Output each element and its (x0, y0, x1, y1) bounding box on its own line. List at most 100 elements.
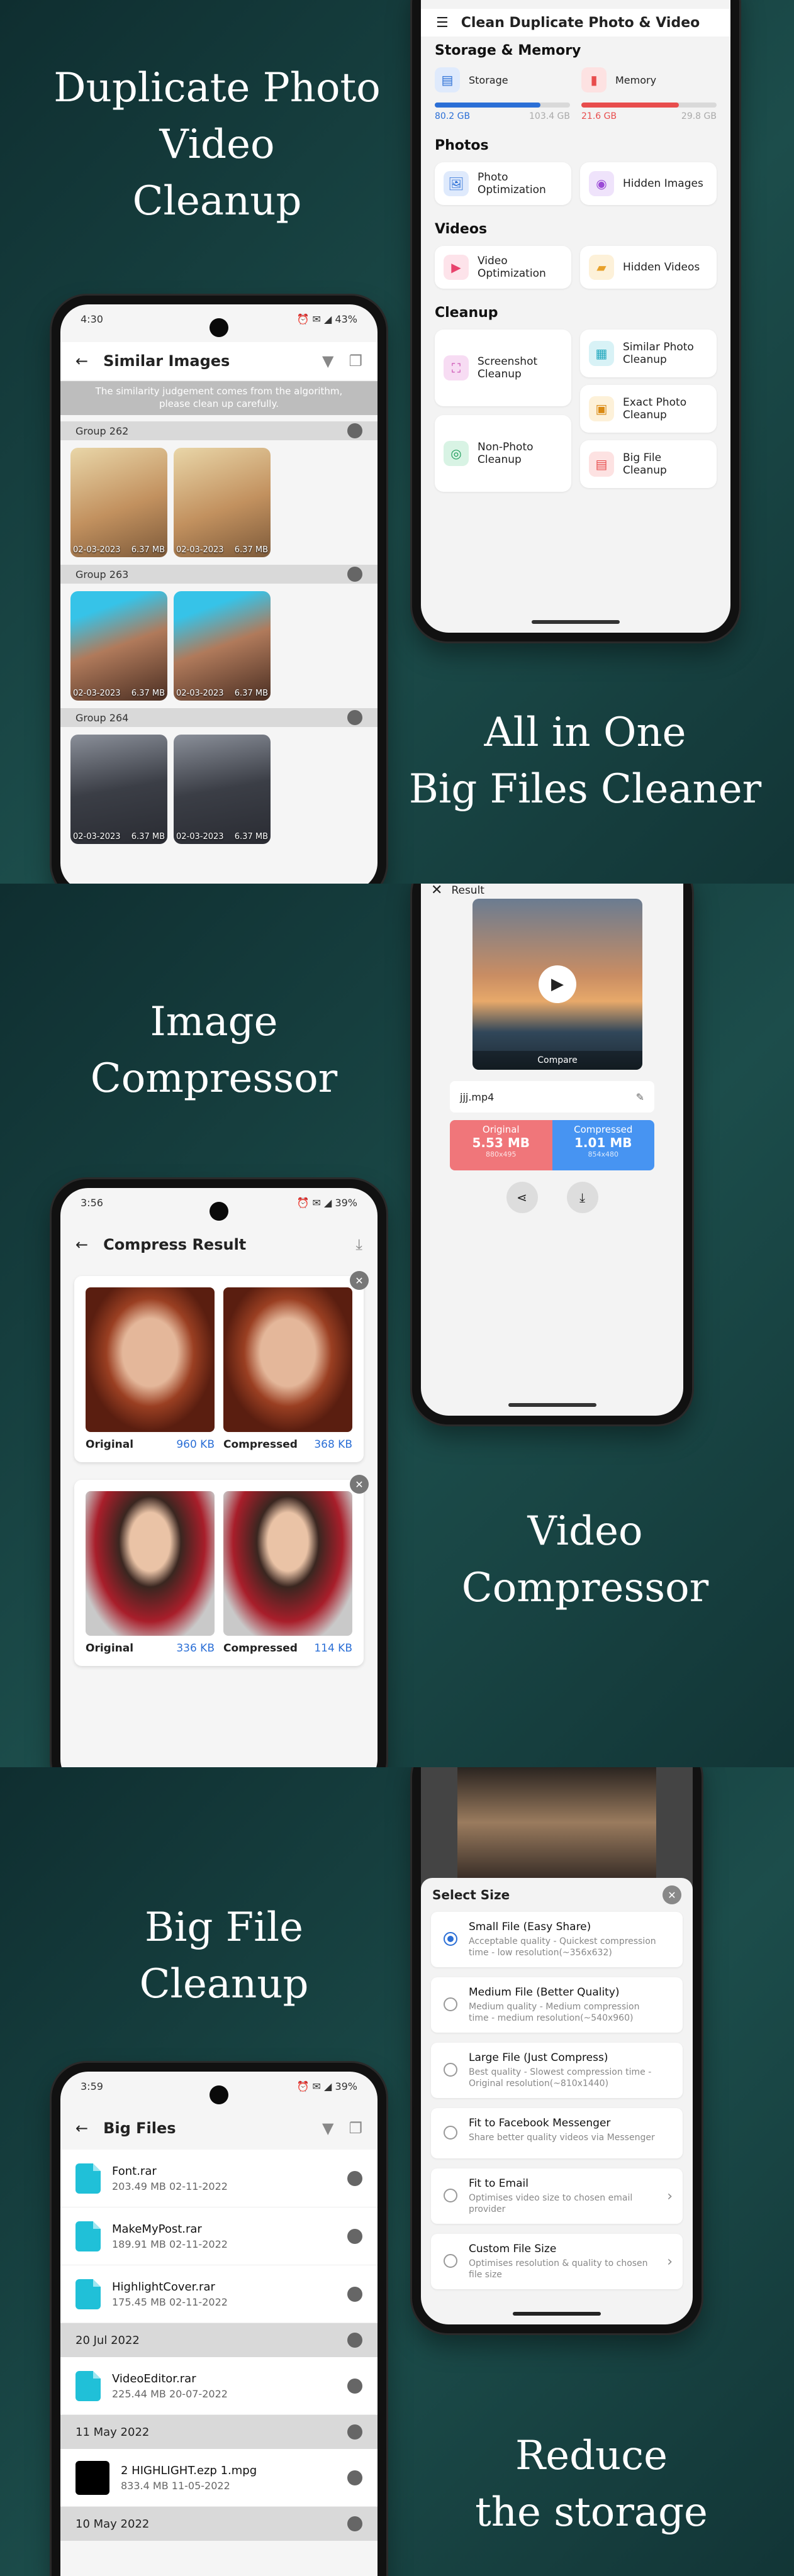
image-thumbnail[interactable]: 02-03-2023 6.37 MB (174, 591, 271, 701)
eye-slash-icon: ◉ (589, 171, 614, 196)
back-arrow-icon[interactable]: ← (75, 352, 88, 370)
radio[interactable] (444, 2126, 457, 2140)
size-option-medium[interactable]: Medium File (Better Quality) Medium qual… (431, 1977, 683, 2033)
group-select-radio[interactable] (347, 2333, 362, 2348)
group-select-radio[interactable] (347, 2424, 362, 2440)
phone-video-result: ✕ Result ▶ Compare jjj.mp4 ✎ Original 5.… (412, 884, 692, 1424)
compressed-image[interactable] (223, 1491, 352, 1636)
size-option-small[interactable]: Small File (Easy Share) Acceptable quali… (431, 1912, 683, 1967)
edit-icon[interactable]: ✎ (636, 1091, 644, 1103)
hidden-images-card[interactable]: ◉ Hidden Images (580, 162, 717, 205)
compressed-size-box: Compressed 1.01 MB 854x480 (552, 1120, 654, 1170)
folder-icon: ▰ (589, 255, 614, 280)
play-icon[interactable]: ▶ (539, 965, 576, 1003)
camera-cutout (210, 2085, 228, 2104)
compare-button[interactable]: Compare (472, 1051, 642, 1070)
size-option-messenger[interactable]: Fit to Facebook Messenger Share better q… (431, 2108, 683, 2158)
exact-photo-icon: ▣ (589, 396, 614, 421)
group-select-radio[interactable] (347, 423, 362, 438)
download-icon[interactable]: ⤓ (566, 1182, 598, 1213)
photo-optimization-card[interactable]: 🖼 Photo Optimization (435, 162, 571, 205)
section-title: Storage & Memory (435, 43, 581, 58)
camera-cutout (210, 1202, 228, 1221)
file-row[interactable]: Font.rar 203.49 MB 02-11-2022 (60, 2150, 377, 2207)
file-row[interactable]: 2 HIGHLIGHT.ezp 1.mpg 833.4 MB 11-05-2022 (60, 2449, 377, 2507)
size-option-large[interactable]: Large File (Just Compress) Best quality … (431, 2043, 683, 2098)
headline-image-compressor: Image Compressor (90, 999, 338, 1102)
copy-icon[interactable]: ❐ (349, 352, 362, 370)
screenshot-cleanup-card[interactable]: ⛶ Screenshot Cleanup (435, 330, 571, 406)
video-optimization-card[interactable]: ▶ Video Optimization (435, 246, 571, 289)
compressed-image[interactable] (223, 1287, 352, 1432)
close-icon[interactable]: ✕ (350, 1475, 369, 1494)
photo-icon: 🖼 (444, 171, 469, 196)
image-thumbnail[interactable]: 02-03-2023 6.37 MB (70, 591, 167, 701)
size-option-custom[interactable]: Custom File Size Optimises resolution & … (431, 2234, 683, 2289)
group-select-radio[interactable] (347, 710, 362, 725)
file-row[interactable]: MakeMyPost.rar 189.91 MB 02-11-2022 (60, 2207, 377, 2265)
video-icon: ▶ (444, 255, 469, 280)
back-arrow-icon[interactable]: ← (75, 2119, 88, 2137)
section-title: Videos (435, 221, 488, 237)
similar-photo-cleanup-card[interactable]: ▦ Similar Photo Cleanup (580, 330, 717, 377)
non-photo-cleanup-card[interactable]: ◎ Non-Photo Cleanup (435, 415, 571, 492)
storage-icon: ▤ (435, 67, 460, 92)
radio[interactable] (444, 1997, 457, 2011)
hidden-videos-card[interactable]: ▰ Hidden Videos (580, 246, 717, 289)
chevron-right-icon: › (667, 2254, 673, 2270)
filter-icon[interactable]: ▼ (322, 352, 333, 370)
menu-icon[interactable]: ☰ (436, 15, 449, 31)
promo-panel-compressor: Image Compressor Video Compressor ✕ Resu… (0, 884, 794, 1767)
file-select-radio[interactable] (347, 2378, 362, 2394)
group-list: Group 262 02-03-2023 6.37 MB 02-03-2023 6.… (60, 421, 377, 852)
page-title: Similar Images (103, 352, 230, 370)
close-icon[interactable]: ✕ (350, 1271, 369, 1290)
app-bar: ☰ Clean Duplicate Photo & Video (421, 9, 730, 36)
image-thumbnail[interactable]: 02-03-2023 6.37 MB (70, 448, 167, 557)
file-select-radio[interactable] (347, 2228, 362, 2244)
file-select-radio[interactable] (347, 2286, 362, 2302)
size-option-email[interactable]: Fit to Email Optimises video size to cho… (431, 2168, 683, 2224)
file-row[interactable]: HighlightCover.rar 175.45 MB 02-11-2022 (60, 2265, 377, 2323)
video-preview[interactable]: ▶ Compare (472, 899, 642, 1070)
radio[interactable] (444, 2063, 457, 2077)
group-header: Group 263 (60, 565, 377, 584)
camera-icon: ◎ (444, 441, 469, 466)
original-image[interactable] (86, 1287, 215, 1432)
radio[interactable] (444, 2189, 457, 2202)
phone-select-size: Select Size ✕ Small File (Easy Share) Ac… (412, 1767, 702, 2333)
original-image[interactable] (86, 1491, 215, 1636)
group-select-radio[interactable] (347, 567, 362, 582)
file-select-radio[interactable] (347, 2170, 362, 2186)
image-thumbnail[interactable]: 02-03-2023 6.37 MB (174, 735, 271, 844)
phone-big-files: 3:59 ⏰ ✉ ◢ 39% ← Big Files ▼ ❐ Font.rar 2… (52, 2063, 386, 2576)
chevron-right-icon: › (667, 2189, 673, 2204)
file-row[interactable]: VideoEditor.rar 225.44 MB 20-07-2022 (60, 2357, 377, 2415)
screenshot-icon: ⛶ (444, 355, 469, 380)
back-arrow-icon[interactable]: ← (75, 1236, 88, 1253)
radio-selected[interactable] (444, 1932, 457, 1946)
file-list: Font.rar 203.49 MB 02-11-2022 MakeMyPost.… (60, 2150, 377, 2541)
home-indicator (508, 1403, 596, 1407)
group-images: 02-03-2023 6.37 MB 02-03-2023 6.37 MB (60, 584, 377, 708)
select-size-sheet: Select Size ✕ Small File (Easy Share) Ac… (421, 1878, 693, 2324)
close-icon[interactable]: ✕ (663, 1885, 681, 1904)
download-icon[interactable]: ⤓ (355, 1236, 362, 1253)
date-group-header: 11 May 2022 (60, 2415, 377, 2449)
storage-card[interactable]: ▤ Storage 80.2 GB 103.4 GB (435, 67, 570, 121)
copy-icon[interactable]: ❐ (349, 2119, 362, 2137)
big-file-cleanup-card[interactable]: ▤ Big File Cleanup (580, 440, 717, 488)
radio[interactable] (444, 2254, 457, 2268)
group-select-radio[interactable] (347, 2516, 362, 2531)
exact-photo-cleanup-card[interactable]: ▣ Exact Photo Cleanup (580, 385, 717, 433)
image-thumbnail[interactable]: 02-03-2023 6.37 MB (174, 448, 271, 557)
image-thumbnail[interactable]: 02-03-2023 6.37 MB (70, 735, 167, 844)
share-icon[interactable]: ⋖ (506, 1182, 538, 1213)
group-header: Group 262 (60, 421, 377, 440)
group-images: 02-03-2023 6.37 MB 02-03-2023 6.37 MB (60, 727, 377, 852)
filter-icon[interactable]: ▼ (322, 2119, 333, 2137)
close-icon[interactable]: ✕ (431, 884, 442, 898)
memory-card[interactable]: ▮ Memory 21.6 GB 29.8 GB (581, 67, 717, 121)
file-select-radio[interactable] (347, 2470, 362, 2485)
section-title: Photos (435, 138, 489, 153)
